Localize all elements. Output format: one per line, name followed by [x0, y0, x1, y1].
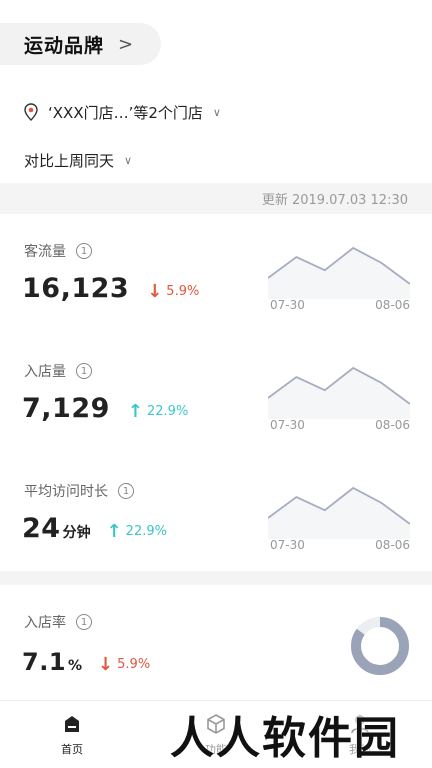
info-icon[interactable]: 1: [118, 483, 134, 499]
brand-selector[interactable]: 运动品牌 >: [0, 23, 161, 65]
chevron-right-icon: >: [118, 33, 134, 55]
store-filter-label: ‘XXX门店…’等2个门店: [48, 103, 203, 122]
metric-value: 16,123: [22, 273, 130, 304]
info-icon[interactable]: 1: [76, 614, 92, 630]
metric-value: 7,129: [22, 393, 110, 424]
metric-change: ↓ 5.9%: [98, 654, 150, 675]
arrow-down-icon: ↓: [147, 281, 163, 302]
tab-home[interactable]: 首页: [0, 701, 144, 768]
sparkline-start-date: 07-30: [270, 538, 305, 552]
metric-unit: %: [68, 658, 83, 674]
compare-filter-label: 对比上周同天: [24, 151, 115, 170]
info-icon[interactable]: 1: [76, 363, 92, 379]
info-icon[interactable]: 1: [76, 243, 92, 259]
sparkline-start-date: 07-30: [270, 298, 305, 312]
metric-change: ↑ 22.9%: [107, 521, 167, 542]
metric-change-value: 5.9%: [117, 657, 151, 672]
sparkline-area: [268, 368, 410, 419]
update-timestamp-bar: 更新 2019.07.03 12:30: [0, 183, 432, 214]
metric-change-value: 22.9%: [125, 524, 167, 539]
brand-title: 运动品牌: [24, 34, 105, 57]
metric-label: 客流量: [24, 244, 66, 260]
donut-chart: [351, 617, 409, 675]
chevron-down-icon: ∨: [212, 105, 221, 119]
update-timestamp: 更新 2019.07.03 12:30: [261, 193, 408, 208]
metric-label: 入店率: [24, 615, 66, 631]
metric-change: ↓ 5.9%: [147, 281, 199, 302]
location-pin-icon: [24, 103, 38, 121]
arrow-down-icon: ↓: [98, 654, 114, 675]
chevron-down-icon: ∨: [124, 153, 133, 167]
metric-change-value: 5.9%: [166, 284, 200, 299]
metric-label: 入店量: [24, 364, 66, 380]
sparkline-area: [268, 248, 410, 299]
metric-unit: 分钟: [62, 525, 91, 541]
sparkline-start-date: 07-30: [270, 418, 305, 432]
store-filter[interactable]: ‘XXX门店…’等2个门店 ∨: [24, 100, 221, 124]
metric-card-traffic[interactable]: 客流量 1 16,123 ↓ 5.9% 07-30 08-06: [0, 241, 432, 341]
metric-value: 24: [22, 513, 61, 544]
arrow-up-icon: ↑: [127, 401, 143, 422]
metric-card-avg-visit[interactable]: 平均访问时长 1 24 分钟 ↑ 22.9% 07-30 08-06: [0, 481, 432, 581]
metric-label: 平均访问时长: [24, 484, 108, 500]
sparkline-end-date: 08-06: [375, 298, 410, 312]
sparkline-end-date: 08-06: [375, 418, 410, 432]
arrow-up-icon: ↑: [106, 521, 122, 542]
sparkline-end-date: 08-06: [375, 538, 410, 552]
section-divider: [0, 571, 432, 585]
watermark: 人人软件园: [170, 713, 400, 764]
metric-value: 7.1: [22, 648, 67, 676]
compare-filter[interactable]: 对比上周同天 ∨: [24, 149, 132, 171]
metric-change-value: 22.9%: [147, 404, 189, 419]
home-icon: [65, 715, 79, 732]
metric-change: ↑ 22.9%: [128, 401, 188, 422]
tab-label: 首页: [61, 742, 83, 756]
metric-card-entries[interactable]: 入店量 1 7,129 ↑ 22.9% 07-30 08-06: [0, 361, 432, 461]
sparkline-area: [268, 488, 410, 539]
